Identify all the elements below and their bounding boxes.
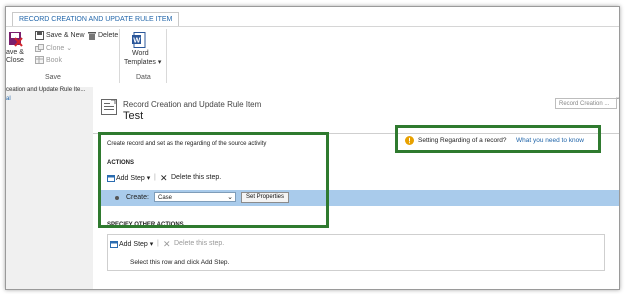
record-selector-dropdown[interactable]: Record Creation ... bbox=[555, 98, 617, 109]
svg-text:W: W bbox=[133, 36, 141, 45]
clone-icon[interactable] bbox=[35, 44, 44, 52]
save-close-button-label-1[interactable]: ave & bbox=[6, 49, 24, 56]
ribbon: ave & Close Save & New Delete Clone ⌄ Bo… bbox=[6, 26, 619, 88]
step-toolbar: Add Step ▾ | ✕ Delete this step. bbox=[110, 239, 310, 250]
ribbon-divider bbox=[166, 29, 167, 83]
record-entity-icon bbox=[101, 99, 117, 115]
add-step-icon[interactable] bbox=[110, 241, 118, 248]
word-templates-label-2[interactable]: Templates ▾ bbox=[124, 58, 161, 66]
save-close-button-label-2[interactable]: Close bbox=[6, 57, 24, 64]
save-new-icon[interactable] bbox=[35, 31, 44, 40]
ribbon-tab-record-creation[interactable]: RECORD CREATION AND UPDATE RULE ITEM bbox=[12, 12, 180, 27]
other-actions-panel: Add Step ▾ | ✕ Delete this step. Select … bbox=[107, 234, 605, 271]
add-step-button[interactable]: Add Step ▾ bbox=[119, 240, 153, 248]
book-icon[interactable] bbox=[35, 56, 44, 64]
delete-icon[interactable] bbox=[88, 31, 96, 40]
record-type-label: Record Creation and Update Rule Item bbox=[123, 100, 262, 109]
breadcrumb[interactable]: ceation and Update Rule Ite... bbox=[6, 87, 85, 93]
page-title: Test bbox=[123, 110, 144, 122]
save-close-icon[interactable] bbox=[9, 32, 23, 47]
save-new-button[interactable]: Save & New bbox=[46, 32, 85, 39]
ribbon-divider bbox=[119, 29, 120, 83]
delete-step-icon: ✕ bbox=[163, 239, 171, 249]
delete-step-button: Delete this step. bbox=[174, 240, 225, 247]
chevron-down-icon[interactable]: ⌄ bbox=[615, 93, 619, 101]
ribbon-group-save-label: Save bbox=[45, 74, 61, 81]
ribbon-group-data-label: Data bbox=[136, 74, 151, 81]
delete-button[interactable]: Delete bbox=[98, 32, 118, 39]
form-main: Record Creation and Update Rule Item Tes… bbox=[93, 87, 619, 289]
toolbar-separator: | bbox=[157, 240, 159, 247]
book-button[interactable]: Book bbox=[46, 57, 62, 64]
clone-button[interactable]: Clone ⌄ bbox=[46, 44, 72, 52]
app-window: RECORD CREATION AND UPDATE RULE ITEM ave… bbox=[5, 6, 620, 290]
word-templates-icon[interactable]: W bbox=[132, 32, 146, 48]
highlight-callout-notice bbox=[395, 125, 601, 153]
highlight-callout-actions bbox=[98, 132, 329, 228]
left-navigation: ceation and Update Rule Ite... al bbox=[6, 87, 93, 289]
nav-item-general[interactable]: al bbox=[6, 96, 11, 102]
empty-step-hint[interactable]: Select this row and click Add Step. bbox=[130, 259, 229, 266]
word-templates-label-1[interactable]: Word bbox=[132, 50, 149, 57]
